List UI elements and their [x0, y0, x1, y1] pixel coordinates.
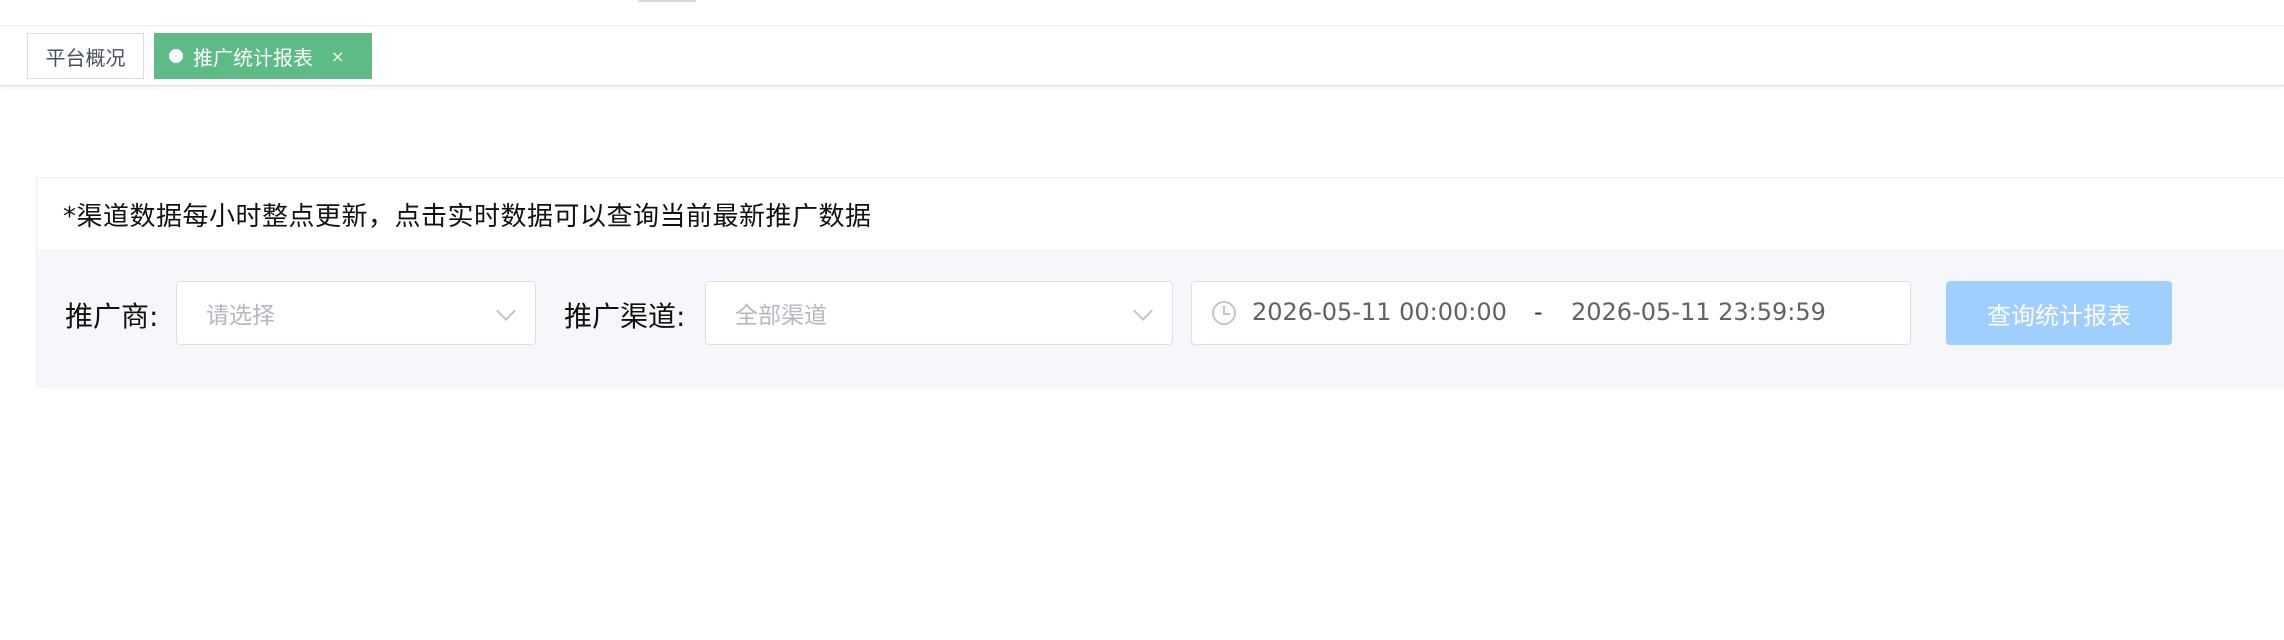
- merchant-select-placeholder: 请选择: [206, 303, 275, 329]
- query-report-button[interactable]: 查询统计报表: [1946, 281, 2172, 345]
- tag-promotion-report[interactable]: 推广统计报表 ×: [154, 33, 372, 79]
- chevron-down-icon: [1133, 301, 1153, 321]
- merchant-label: 推广商:: [65, 300, 159, 333]
- date-separator: -: [1534, 298, 1543, 326]
- channel-select[interactable]: 全部渠道: [705, 281, 1173, 345]
- clock-icon: [1212, 301, 1236, 325]
- update-notice: *渠道数据每小时整点更新，点击实时数据可以查询当前最新推广数据: [37, 178, 2284, 251]
- chevron-down-icon: [496, 301, 516, 321]
- date-range-picker[interactable]: 2026-05-11 00:00:00 - 2026-05-11 23:59:5…: [1191, 281, 1911, 345]
- tag-label: 平台概况: [45, 45, 126, 70]
- close-icon[interactable]: ×: [331, 47, 344, 66]
- channel-select-placeholder: 全部渠道: [735, 303, 827, 329]
- navbar-handle[interactable]: [638, 0, 696, 2]
- tags-view-bar: 平台概况 推广统计报表 ×: [0, 26, 2284, 86]
- channel-label: 推广渠道:: [564, 300, 686, 333]
- date-start-input[interactable]: 2026-05-11 00:00:00: [1252, 298, 1507, 326]
- merchant-select[interactable]: 请选择: [176, 281, 536, 345]
- active-dot-icon: [169, 49, 183, 63]
- tag-label: 推广统计报表: [193, 45, 313, 70]
- top-navbar: [0, 0, 2284, 26]
- date-end-input[interactable]: 2026-05-11 23:59:59: [1571, 298, 1826, 326]
- tag-platform-overview[interactable]: 平台概况: [27, 33, 144, 79]
